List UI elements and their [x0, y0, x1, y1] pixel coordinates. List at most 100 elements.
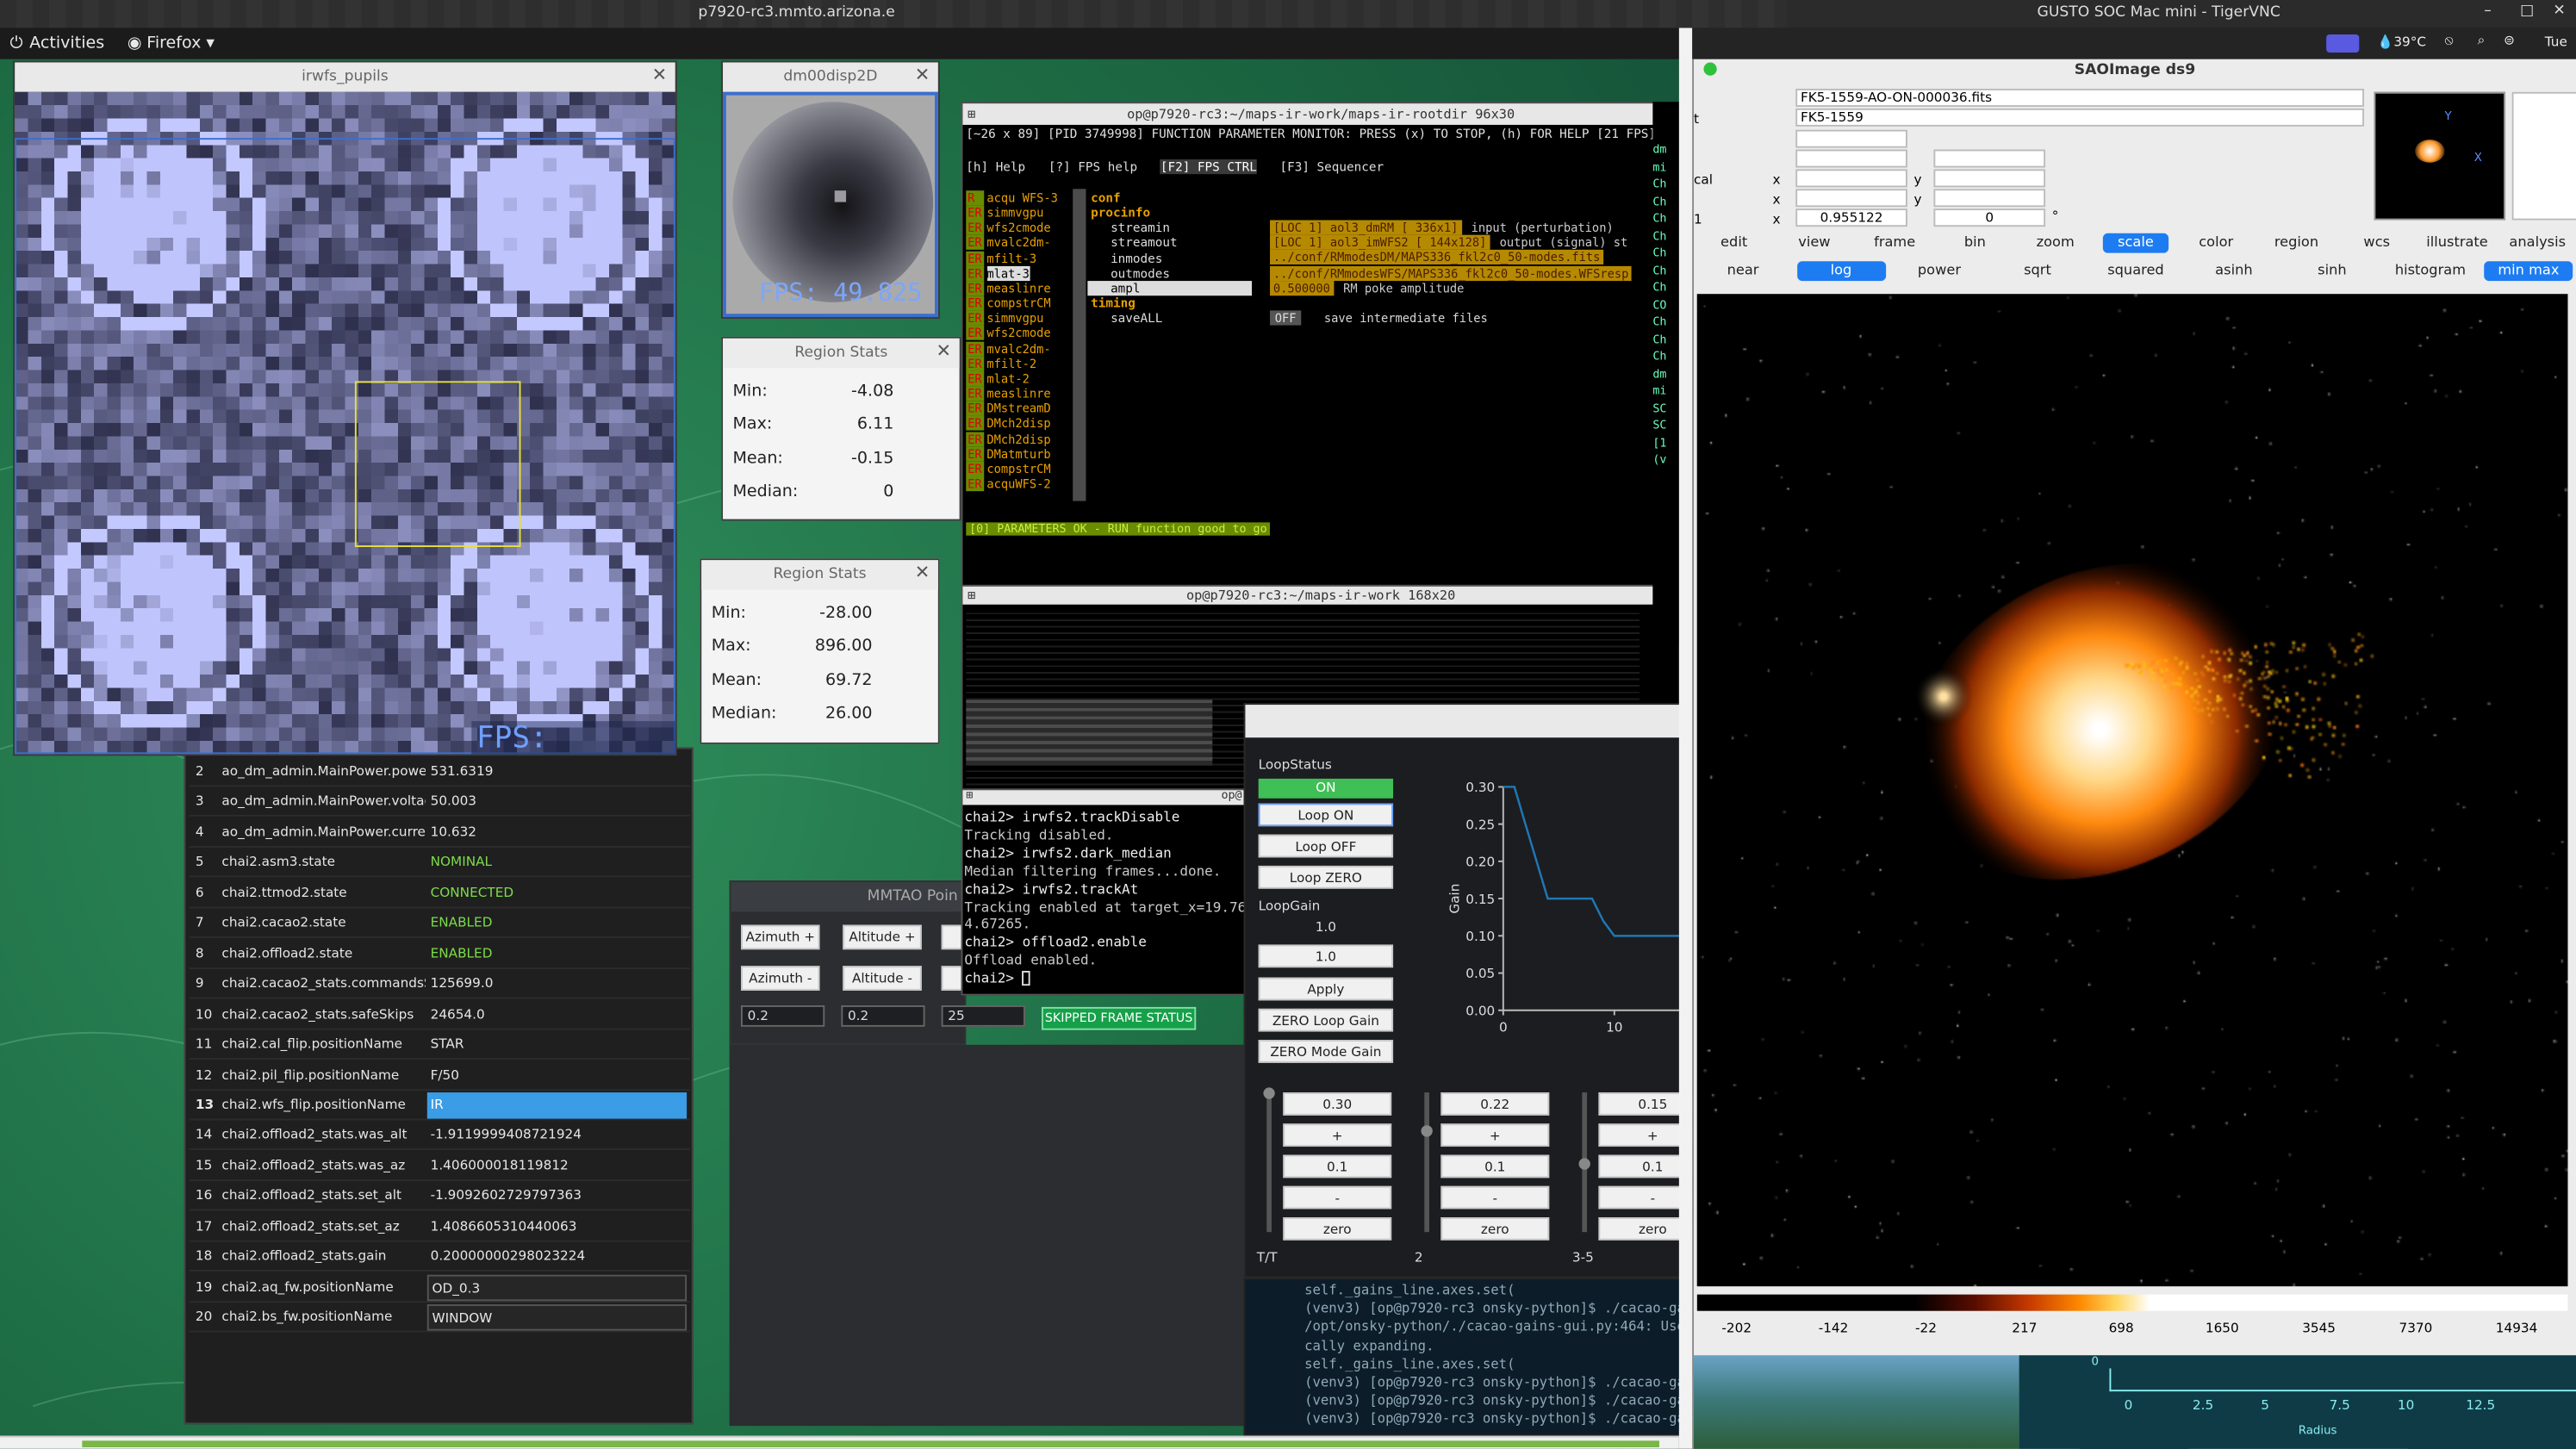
gain-slider-handle[interactable]	[1421, 1124, 1433, 1136]
table-row[interactable]: 3 ao_dm_admin.MainPower.voltage 50.003	[189, 787, 690, 818]
gain-minus-button[interactable]: -	[1283, 1185, 1392, 1210]
fpm-tree-item[interactable]: outmodes	[1087, 266, 1252, 281]
table-row[interactable]: 17 chai2.offload2_stats.set_az 1.408660531…	[189, 1212, 690, 1242]
ds9-menu-color[interactable]: color	[2182, 233, 2249, 253]
ds9-scale-power[interactable]: power	[1895, 261, 1984, 281]
fpm-process-item[interactable]: ER DMstreamD	[966, 401, 1080, 416]
fpm-menu-item[interactable]: [?] FPS help	[1048, 159, 1137, 174]
ds9-menu-view[interactable]: view	[1781, 233, 1848, 253]
ds9-scale-sinh[interactable]: sinh	[2288, 261, 2377, 281]
table-row[interactable]: 16 chai2.offload2_stats.set_alt -1.9092602…	[189, 1182, 690, 1211]
ds9-scale-sqrt[interactable]: sqrt	[1994, 261, 2082, 281]
fpm-process-item[interactable]: R acqu WFS-3	[966, 190, 1080, 206]
chai-split-icon[interactable]: ⊞	[966, 788, 973, 801]
ds9-scale-histogram[interactable]: histogram	[2386, 261, 2475, 281]
gain-value-field[interactable]: 0.30	[1283, 1092, 1392, 1116]
loop-off-button[interactable]: Loop OFF	[1258, 834, 1394, 858]
azimuth-plus-button[interactable]: Azimuth +	[741, 924, 820, 950]
altitude-plus-button[interactable]: Altitude +	[843, 924, 922, 950]
close-icon[interactable]: ✕	[2553, 3, 2565, 20]
fpm-process-item[interactable]: ER mlat-3	[966, 265, 1080, 281]
fpm-process-item[interactable]: ER compstrCM	[966, 295, 1080, 311]
search-icon[interactable]: ⌕	[2478, 33, 2486, 49]
rate-input[interactable]: 25	[941, 1005, 1025, 1027]
fpm-scrollbar[interactable]	[1073, 189, 1086, 501]
loop-gain-input[interactable]: 1.0	[1258, 944, 1394, 968]
table-row[interactable]: 2 ao_dm_admin.MainPower.power 531.6319	[189, 757, 690, 787]
ds9-menu-frame[interactable]: frame	[1861, 233, 1928, 253]
gain-plus-button[interactable]: +	[1283, 1123, 1392, 1147]
gain-value-field[interactable]: 0.22	[1440, 1092, 1550, 1116]
gain-slider-track[interactable]	[1266, 1092, 1272, 1233]
table-row[interactable]: 4 ao_dm_admin.MainPower.current 10.632	[189, 818, 690, 848]
table-row[interactable]: 10 chai2.cacao2_stats.safeSkips 24654.0	[189, 1000, 690, 1029]
table-row[interactable]: 14 chai2.offload2_stats.was_alt -1.9119999…	[189, 1121, 690, 1151]
fpm-value-row[interactable]: ../conf/RMmodesDM/MAPS336_fkl2c0_50-mode…	[1270, 250, 1681, 266]
fpm-process-item[interactable]: ER wfs2cmode	[966, 326, 1080, 341]
fpm-process-item[interactable]: ER mvalc2dm-	[966, 235, 1080, 251]
ds9-menu-zoom[interactable]: zoom	[2022, 233, 2089, 253]
bottom-scrollbar-thumb[interactable]	[82, 1440, 1659, 1447]
table-row[interactable]: 5 chai2.asm3.state NOMINAL	[189, 849, 690, 878]
fpm-process-item[interactable]: ER DMatmturb	[966, 446, 1080, 462]
ds9-scale-squared[interactable]: squared	[2092, 261, 2181, 281]
altitude-step-input[interactable]: 0.2	[841, 1005, 925, 1027]
fpm-process-item[interactable]: ER measlinre	[966, 280, 1080, 296]
pupils-image[interactable]: FPS: 499.897	[15, 91, 675, 755]
chai-console[interactable]: chai2> irwfs2.trackDisable Tracking disab…	[962, 805, 1246, 991]
ds9-panner[interactable]: Y X	[2374, 91, 2506, 221]
table-row[interactable]: 18 chai2.offload2_stats.gain 0.20000000298…	[189, 1242, 690, 1272]
ds9-menu-illustrate[interactable]: illustrate	[2424, 233, 2491, 253]
fpm-process-item[interactable]: ER measlinre	[966, 386, 1080, 401]
fpm-process-item[interactable]: ER mfilt-2	[966, 356, 1080, 371]
ds9-image[interactable]	[1696, 294, 2568, 1287]
row-value[interactable]: WINDOW	[426, 1304, 688, 1331]
gain-slider-handle[interactable]	[1263, 1087, 1275, 1099]
ds9-star-canvas[interactable]	[1696, 294, 2568, 1287]
gain-zero-button[interactable]: zero	[1283, 1217, 1392, 1241]
fpm-value-row[interactable]: 0.500000 RM poke amplitude	[1270, 280, 1681, 296]
loop-zero-button[interactable]: Loop ZERO	[1258, 865, 1394, 889]
table-row[interactable]: 7 chai2.cacao2.state ENABLED	[189, 909, 690, 939]
table-row[interactable]: 12 chai2.pil_flip.positionName F/50	[189, 1060, 690, 1091]
gain-plus-button[interactable]: +	[1440, 1123, 1550, 1147]
fpm-menu-item[interactable]: [F3] Sequencer	[1280, 159, 1384, 174]
ds9-scale-log[interactable]: log	[1796, 261, 1886, 282]
table-row[interactable]: 15 chai2.offload2_stats.was_az 1.406000018…	[189, 1151, 690, 1181]
activities-button[interactable]: ⏻ Activities	[9, 34, 104, 53]
dm-close-icon[interactable]: ✕	[915, 64, 930, 85]
azimuth-step-input[interactable]: 0.2	[741, 1005, 825, 1027]
gain-slider-handle[interactable]	[1578, 1157, 1590, 1169]
ds9-menu-analysis[interactable]: analysis	[2504, 233, 2571, 253]
zero-mode-gain-button[interactable]: ZERO Mode Gain	[1258, 1040, 1394, 1063]
maximize-icon[interactable]: □	[2520, 3, 2534, 20]
fpm-process-item[interactable]: ER DMch2disp	[966, 431, 1080, 446]
fpm-off-toggle[interactable]: OFF	[1270, 310, 1302, 326]
fpm-tree-item[interactable]: conf	[1087, 190, 1252, 205]
wifi-off-icon[interactable]: ⦸	[2444, 33, 2453, 49]
ds9-colorbar[interactable]	[1696, 1294, 2568, 1311]
ds9-traffic-light-icon[interactable]	[1703, 62, 1717, 76]
table-row[interactable]: 9 chai2.cacao2_stats.commandsSent 125699.0	[189, 969, 690, 999]
gain-step-field[interactable]: 0.1	[1283, 1154, 1392, 1178]
firefox-menu[interactable]: ◉ Firefox ▾	[128, 34, 215, 53]
fpm-split-icon[interactable]: ⊞	[968, 103, 975, 125]
altitude-minus-button[interactable]: Altitude -	[843, 966, 922, 991]
region-box[interactable]	[354, 381, 521, 547]
table-row[interactable]: 8 chai2.offload2.state ENABLED	[189, 939, 690, 969]
azimuth-minus-button[interactable]: Azimuth -	[741, 966, 820, 991]
gain-step-field[interactable]: 0.1	[1440, 1154, 1550, 1178]
table-row[interactable]: 13 chai2.wfs_flip.positionName IR	[189, 1091, 690, 1121]
ds9-scale-min-max[interactable]: min max	[2484, 261, 2573, 282]
fpm-tree-item[interactable]: saveALL	[1087, 311, 1252, 326]
fpm-process-item[interactable]: ER simmvgpu	[966, 205, 1080, 221]
fpm-tree-item[interactable]: inmodes	[1087, 251, 1252, 265]
apply-button[interactable]: Apply	[1258, 977, 1394, 1001]
bottom-scrollbar[interactable]	[0, 1435, 1679, 1449]
row-value[interactable]: OD_0.3	[426, 1274, 688, 1301]
fpm-value-row[interactable]: [LOC 1] aol3_imWFS2 [ 144x128] output (si…	[1270, 235, 1681, 251]
fpm-tree-item[interactable]: timing	[1087, 295, 1252, 310]
maps-split-icon[interactable]: ⊞	[968, 587, 975, 605]
fpm-process-item[interactable]: ER compstrCM	[966, 461, 1080, 476]
ds9-menu-scale[interactable]: scale	[2101, 233, 2169, 253]
